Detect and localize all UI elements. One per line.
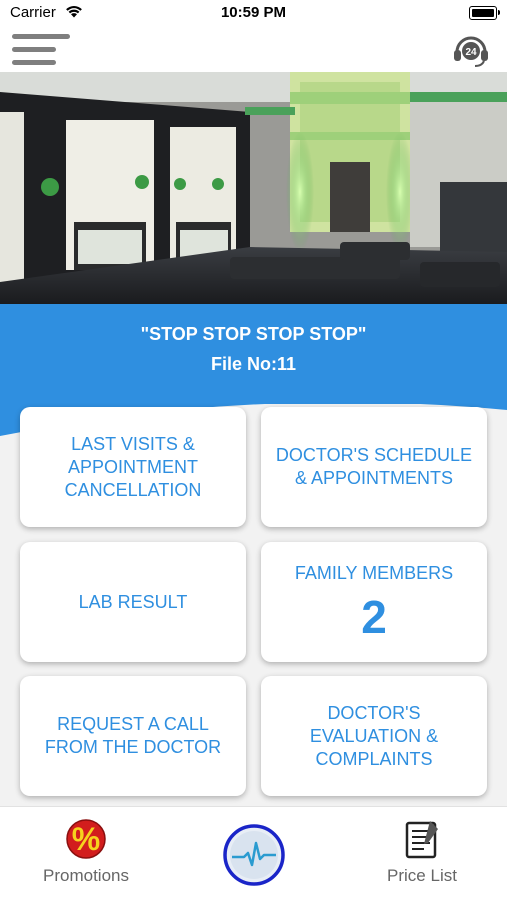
family-members-card[interactable]: FAMILY MEMBERS 2 xyxy=(261,542,487,662)
file-number: File No:11 xyxy=(210,354,297,374)
svg-text:%: % xyxy=(72,821,100,857)
request-call-card[interactable]: REQUEST A CALL FROM THE DOCTOR xyxy=(20,676,246,796)
lab-result-card[interactable]: LAB RESULT xyxy=(20,542,246,662)
percent-badge-icon: % xyxy=(66,819,106,859)
patient-name: "STOP STOP STOP STOP" xyxy=(140,324,367,344)
family-members-label: FAMILY MEMBERS xyxy=(294,562,454,583)
battery-icon xyxy=(469,6,500,20)
tab-promotions[interactable]: % Promotions xyxy=(34,819,138,886)
tab-bar: % Promotions Price List xyxy=(0,806,507,901)
tab-home-center[interactable] xyxy=(222,823,286,892)
support-badge: 24 xyxy=(465,47,477,58)
clock: 10:59 PM xyxy=(220,4,287,21)
doctor-schedule-card[interactable]: DOCTOR'S SCHEDULE & APPOINTMENTS xyxy=(261,407,487,527)
status-bar: Carrier 10:59 PM xyxy=(0,0,507,26)
support-button[interactable]: 24 xyxy=(451,30,491,68)
request-call-label: REQUEST A CALL FROM THE DOCTOR xyxy=(44,714,222,757)
family-members-count: 2 xyxy=(361,590,387,643)
doctor-evaluation-card[interactable]: DOCTOR'S EVALUATION & COMPLAINTS xyxy=(261,676,487,796)
doctor-evaluation-label: DOCTOR'S EVALUATION & COMPLAINTS xyxy=(309,702,439,769)
tab-price-list-label: Price List xyxy=(387,866,457,885)
clipboard-list-icon xyxy=(405,821,438,859)
menu-button[interactable] xyxy=(12,32,70,66)
top-bar: 24 xyxy=(0,26,507,72)
24h-support-headset-icon: 24 xyxy=(454,36,488,67)
tab-price-list[interactable]: Price List xyxy=(372,819,472,886)
lab-result-label: LAB RESULT xyxy=(78,591,188,612)
last-visits-card[interactable]: LAST VISITS & APPOINTMENT CANCELLATION xyxy=(20,407,246,527)
hamburger-menu-icon xyxy=(12,34,70,39)
heartbeat-icon xyxy=(223,824,285,886)
doctor-schedule-label: DOCTOR'S SCHEDULE & APPOINTMENTS xyxy=(275,445,473,488)
tab-promotions-label: Promotions xyxy=(43,866,129,885)
last-visits-label: LAST VISITS & APPOINTMENT CANCELLATION xyxy=(64,433,202,500)
hero-image xyxy=(0,72,507,304)
